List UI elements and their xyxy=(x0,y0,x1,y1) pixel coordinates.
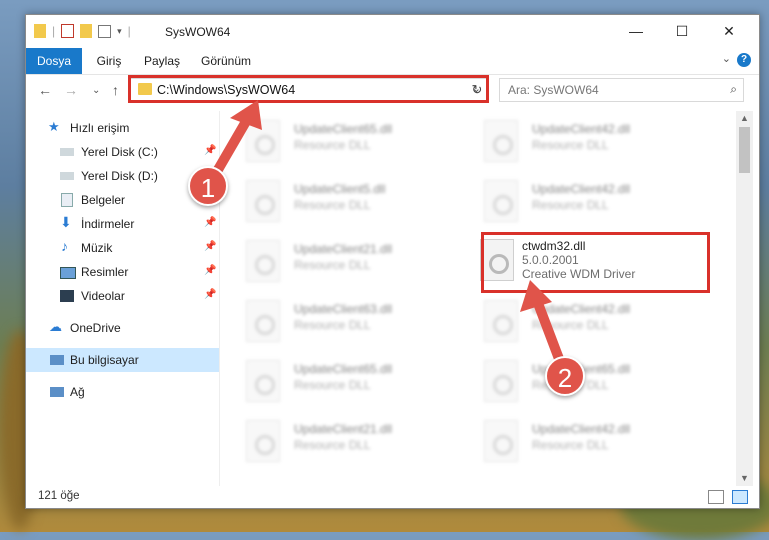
step-badge-1: 1 xyxy=(188,166,228,206)
annotation-arrows xyxy=(207,100,569,377)
step-badge-2: 2 xyxy=(545,356,585,396)
arrow-to-address xyxy=(207,100,262,185)
